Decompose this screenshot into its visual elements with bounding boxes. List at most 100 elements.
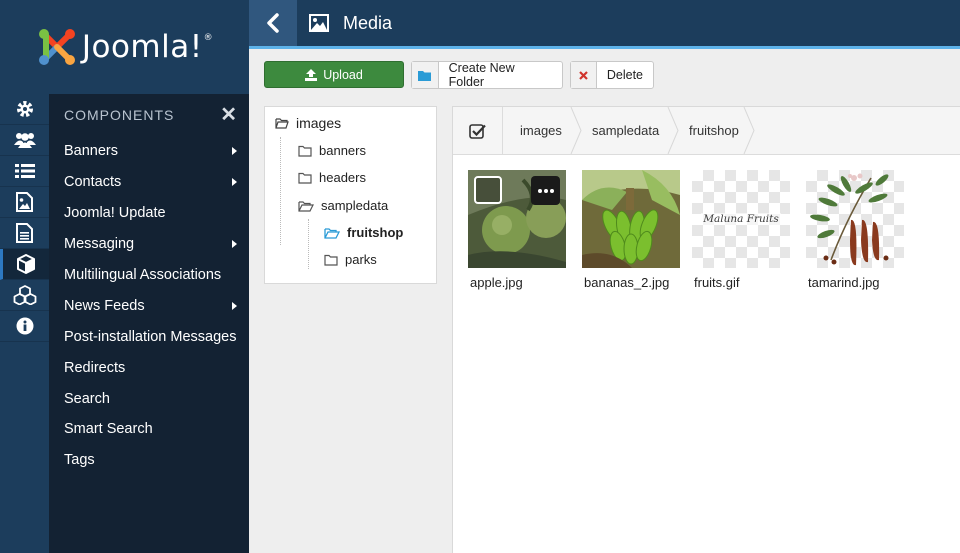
- folder-icon: [324, 254, 338, 266]
- menu-item-messaging[interactable]: Messaging: [49, 229, 249, 260]
- page-title-text: Media: [343, 12, 393, 33]
- create-new-folder-button[interactable]: Create New Folder: [411, 61, 563, 89]
- delete-button[interactable]: Delete: [570, 61, 654, 89]
- thumbnail-apple: [468, 170, 566, 268]
- menu-item-post-installation-messages[interactable]: Post-installation Messages: [49, 321, 249, 352]
- joomla-logo[interactable]: Joomla!®: [0, 0, 249, 94]
- folder-open-icon: [275, 118, 289, 129]
- image-icon: [309, 14, 329, 32]
- tree-guide-line: [308, 219, 309, 269]
- tree-node-parks[interactable]: parks: [324, 252, 377, 267]
- menu-item-contacts[interactable]: Contacts: [49, 167, 249, 198]
- rail-item-users[interactable]: [0, 125, 49, 156]
- fruits-logo-text: Maluna Fruits: [701, 213, 781, 225]
- menu-item-smart-search[interactable]: Smart Search: [49, 414, 249, 445]
- tree-node-images[interactable]: images: [275, 115, 341, 131]
- tree-guide-line: [280, 137, 281, 245]
- page-title: Media: [309, 13, 392, 34]
- rail-item-menus[interactable]: [0, 156, 49, 187]
- tree-node-label: sampledata: [321, 198, 389, 213]
- tamarind-image: [810, 173, 889, 266]
- file-name: bananas_2.jpg: [584, 275, 670, 290]
- rail-item-system[interactable]: [0, 94, 49, 125]
- folder-open-icon: [298, 200, 314, 212]
- breadcrumb-label: fruitshop: [689, 123, 739, 138]
- select-checkbox[interactable]: [474, 176, 502, 204]
- document-icon: [16, 223, 33, 243]
- tree-node-fruitshop[interactable]: fruitshop: [324, 225, 403, 240]
- sidebar-toggle-button[interactable]: [249, 0, 297, 46]
- icon-rail: [0, 94, 49, 553]
- menu-item-search[interactable]: Search: [49, 383, 249, 414]
- tree-node-label: fruitshop: [347, 225, 404, 240]
- delete-button-label: Delete: [606, 68, 643, 82]
- breadcrumb: images sampledata fruitshop: [453, 107, 960, 155]
- check-square-icon: [469, 123, 486, 139]
- menu-item-label: Joomla! Update: [64, 205, 166, 222]
- tree-node-sampledata[interactable]: sampledata: [298, 198, 388, 213]
- file-name: apple.jpg: [470, 275, 523, 290]
- thumbnail-tamarind: [806, 170, 904, 268]
- delete-x-icon: [579, 70, 588, 80]
- folder-tree: images banners headers sampledata fruits…: [264, 106, 437, 284]
- menu-item-label: Search: [64, 390, 110, 407]
- folder-icon: [418, 70, 432, 81]
- tree-node-banners[interactable]: banners: [298, 143, 366, 158]
- chevron-left-icon: [267, 13, 279, 33]
- media-item-apple[interactable]: apple.jpg: [468, 170, 566, 290]
- breadcrumb-item-images[interactable]: images: [520, 107, 562, 154]
- upload-button-label: Upload: [323, 67, 363, 82]
- select-all-toggle[interactable]: [453, 107, 503, 154]
- components-menu-title: COMPONENTS: [64, 107, 175, 123]
- tree-node-label: images: [296, 115, 342, 131]
- rail-item-content[interactable]: [0, 218, 49, 249]
- header-accent-line: [249, 46, 960, 49]
- rail-item-media[interactable]: [0, 187, 49, 218]
- joomla-mark-icon: [38, 29, 75, 65]
- menu-item-label: Messaging: [64, 236, 135, 253]
- more-actions-button[interactable]: [531, 176, 560, 205]
- cube-icon: [17, 254, 35, 274]
- rail-item-components[interactable]: [0, 249, 49, 280]
- upload-button[interactable]: Upload: [264, 61, 404, 88]
- menu-item-label: Post-installation Messages: [64, 328, 237, 345]
- close-icon[interactable]: ✕: [220, 105, 237, 125]
- users-icon: [13, 133, 36, 148]
- upload-icon: [305, 68, 318, 81]
- menu-item-multilingual-associations[interactable]: Multilingual Associations: [49, 260, 249, 291]
- file-name: tamarind.jpg: [808, 275, 880, 290]
- caret-right-icon: [232, 178, 237, 187]
- tree-node-label: parks: [345, 252, 377, 267]
- menu-item-joomla-update[interactable]: Joomla! Update: [49, 198, 249, 229]
- rail-item-help[interactable]: [0, 311, 49, 342]
- cubes-icon: [13, 285, 36, 305]
- toolbar: Upload Create New Folder Delete: [264, 61, 960, 89]
- list-icon: [14, 164, 35, 178]
- menu-item-news-feeds[interactable]: News Feeds: [49, 290, 249, 321]
- page-header: Media: [249, 0, 960, 46]
- breadcrumb-item-sampledata[interactable]: sampledata: [592, 107, 659, 154]
- folder-open-icon: [324, 227, 340, 239]
- tree-node-label: headers: [319, 170, 366, 185]
- caret-right-icon: [232, 240, 237, 249]
- menu-item-label: Smart Search: [64, 421, 153, 438]
- breadcrumb-separator-icon: [667, 107, 679, 154]
- media-item-fruits[interactable]: Maluna Fruits fruits.gif: [692, 170, 790, 290]
- media-item-bananas[interactable]: bananas_2.jpg: [582, 170, 680, 290]
- menu-item-redirects[interactable]: Redirects: [49, 352, 249, 383]
- media-browser: images sampledata fruitshop apple.jpg ba…: [452, 106, 960, 553]
- menu-item-label: Banners: [64, 143, 119, 160]
- menu-item-label: Tags: [64, 452, 95, 469]
- menu-item-label: Multilingual Associations: [64, 267, 222, 283]
- folder-icon: [298, 172, 312, 184]
- menu-item-tags[interactable]: Tags: [49, 445, 249, 476]
- info-icon: [16, 317, 33, 335]
- media-item-tamarind[interactable]: tamarind.jpg: [806, 170, 904, 290]
- thumbnail-fruits: Maluna Fruits: [692, 170, 790, 268]
- breadcrumb-item-fruitshop[interactable]: fruitshop: [689, 107, 739, 154]
- tree-node-headers[interactable]: headers: [298, 170, 366, 185]
- menu-item-banners[interactable]: Banners: [49, 136, 249, 167]
- menu-item-label: News Feeds: [64, 297, 145, 314]
- gear-icon: [16, 101, 33, 117]
- rail-item-extensions[interactable]: [0, 280, 49, 311]
